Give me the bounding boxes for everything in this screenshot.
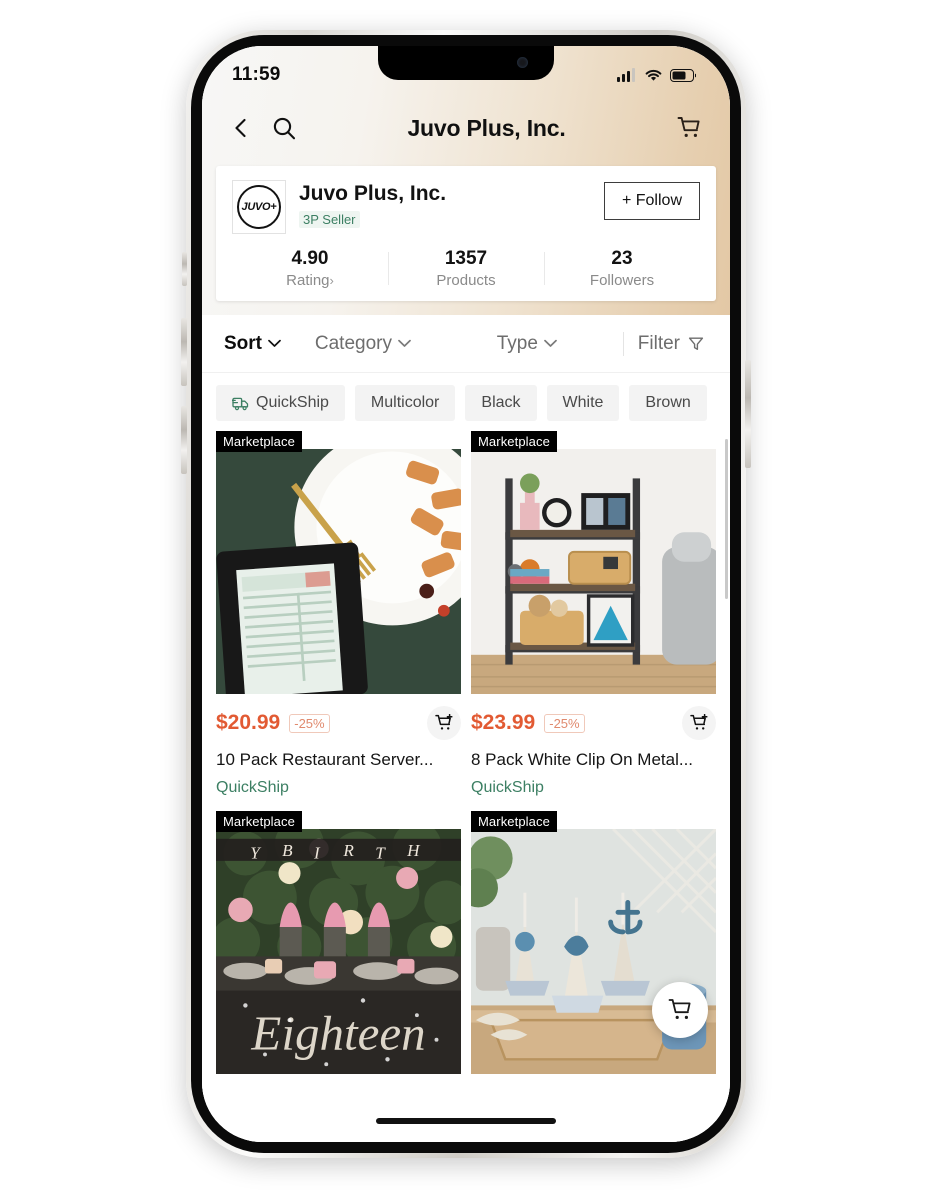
home-indicator-zone [202,1116,730,1142]
battery-icon [670,68,696,82]
stat-products[interactable]: 1357 Products [388,246,544,291]
chip-white[interactable]: White [546,385,620,421]
sort-dropdown[interactable]: Sort [224,333,281,355]
funnel-icon [688,337,704,350]
mute-switch-button[interactable] [182,252,187,286]
product-card[interactable]: Marketplace [216,811,461,1088]
chevron-down-icon [544,339,557,347]
product-grid: Marketplace $20.99 -25% 10 Pack Restaura… [202,431,730,1088]
chip-quickship[interactable]: QuickShip [216,385,345,421]
cellular-signal-icon [617,68,635,82]
toolbar-divider [622,331,624,356]
phone-screen: 11:59 Juvo Plus, Inc. JUVO+ Juvo Plus, I… [202,46,730,1142]
product-card[interactable]: Marketplace [471,811,716,1088]
device-notch [378,46,554,80]
stat-rating[interactable]: 4.90 Rating› [232,246,388,291]
filter-button[interactable]: Filter [638,333,708,355]
quickship-truck-icon [232,397,249,410]
svg-text:T: T [375,843,386,862]
discount-badge: -25% [544,713,585,733]
filter-chips-row[interactable]: QuickShip Multicolor Black White Brown [202,373,730,431]
chip-black[interactable]: Black [465,385,537,421]
marketplace-badge: Marketplace [471,431,557,452]
search-icon[interactable] [272,116,297,141]
stat-products-label: Products [436,272,496,289]
seller-type-badge: 3P Seller [299,211,360,229]
product-image[interactable] [216,449,461,694]
discount-badge: -25% [289,713,330,733]
page-title: Juvo Plus, Inc. [407,114,566,141]
chevron-down-icon [398,339,411,347]
svg-text:Eighteen: Eighteen [250,1006,425,1061]
vertical-scrollbar[interactable] [725,439,728,599]
product-image[interactable] [471,449,716,694]
type-dropdown[interactable]: Type [445,333,609,355]
power-button[interactable] [745,360,751,468]
floating-cart-button[interactable] [652,982,708,1038]
sort-label: Sort [224,332,262,354]
product-card[interactable]: Marketplace [216,431,461,811]
chip-multicolor[interactable]: Multicolor [354,385,456,421]
marketplace-badge: Marketplace [216,811,302,833]
front-camera-icon [517,57,528,68]
shopping-cart-icon [668,999,691,1019]
product-shipping-label: QuickShip [471,779,544,797]
stat-rating-value: 4.90 [291,248,329,269]
add-to-cart-button[interactable] [682,706,716,740]
svg-text:R: R [342,841,354,860]
product-grid-scroll-area[interactable]: Marketplace $20.99 -25% 10 Pack Restaura… [202,431,730,1116]
product-price: $23.99 [471,711,536,734]
add-to-cart-icon [689,714,708,730]
type-label: Type [496,332,538,354]
chip-brown-label: Brown [645,394,691,411]
stat-rating-label-text: Rating [286,272,330,289]
svg-text:H: H [406,841,421,860]
product-card[interactable]: Marketplace [471,431,716,811]
stat-products-value: 1357 [444,248,488,269]
status-time: 11:59 [232,64,281,85]
shopping-cart-icon[interactable] [676,115,702,141]
stat-followers-label: Followers [589,272,655,289]
chevron-right-icon: › [329,273,334,288]
marketplace-badge: Marketplace [471,811,557,833]
product-title[interactable]: 8 Pack White Clip On Metal... [471,749,716,771]
home-indicator[interactable] [376,1118,556,1124]
category-label: Category [314,332,392,354]
seller-stats-row: 4.90 Rating› 1357 Products 23 Followers [232,246,700,291]
price-row: $23.99 -25% [471,706,716,740]
seller-info-card: JUVO+ Juvo Plus, Inc. 3P Seller + Follow… [216,166,716,301]
stat-rating-label: Rating› [232,272,388,289]
header-zone: 11:59 Juvo Plus, Inc. JUVO+ Juvo Plus, I… [202,46,730,315]
volume-down-button[interactable] [181,406,187,474]
chip-black-label: Black [481,394,521,411]
chevron-down-icon [268,339,281,347]
chip-multicolor-label: Multicolor [370,394,440,411]
sort-filter-bar: Sort Category Type Filter [202,315,730,373]
category-dropdown[interactable]: Category [281,333,445,355]
price-row: $20.99 -25% [216,706,461,740]
marketplace-badge: Marketplace [216,431,302,452]
chip-quickship-label: QuickShip [256,394,329,411]
phone-device-frame: 11:59 Juvo Plus, Inc. JUVO+ Juvo Plus, I… [181,30,751,1158]
wifi-icon [645,69,662,81]
svg-text:B: B [282,841,293,860]
seller-name: Juvo Plus, Inc. [299,182,447,205]
chip-brown[interactable]: Brown [629,385,707,421]
chip-white-label: White [562,394,604,411]
product-image[interactable]: YB IR TH Eighteen [216,829,461,1075]
product-shipping-label: QuickShip [216,779,289,797]
navigation-bar: Juvo Plus, Inc. [202,98,730,158]
add-to-cart-icon [434,714,453,730]
volume-up-button[interactable] [181,318,187,386]
stat-followers-value: 23 [611,248,633,269]
follow-button[interactable]: + Follow [603,182,700,220]
filter-label: Filter [637,332,681,354]
product-price: $20.99 [216,711,281,734]
add-to-cart-button[interactable] [427,706,461,740]
chevron-left-icon[interactable] [230,117,252,139]
seller-logo: JUVO+ [232,180,286,234]
seller-logo-text: JUVO+ [237,185,281,229]
stat-followers[interactable]: 23 Followers [544,246,700,291]
product-title[interactable]: 10 Pack Restaurant Server... [216,749,461,771]
